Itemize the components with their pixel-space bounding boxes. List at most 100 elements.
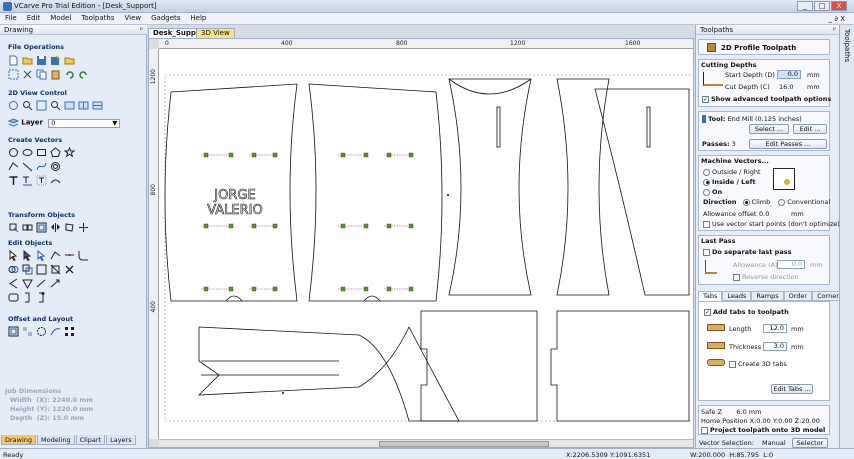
- reverse-direction-checkbox[interactable]: [733, 273, 740, 281]
- extend-icon[interactable]: [36, 278, 47, 289]
- length-input[interactable]: 12.0: [763, 324, 787, 333]
- undo-icon[interactable]: [64, 69, 75, 80]
- add-tabs-checkbox[interactable]: ✓: [704, 308, 711, 316]
- subtract-icon[interactable]: [22, 264, 33, 275]
- menu-toolpaths[interactable]: Toolpaths: [76, 13, 119, 22]
- scissors-icon[interactable]: [64, 264, 75, 275]
- node-edit-icon[interactable]: [22, 250, 33, 261]
- vector-start-checkbox[interactable]: [703, 220, 710, 228]
- conventional-radio[interactable]: [778, 198, 786, 206]
- circle-icon[interactable]: [8, 147, 19, 158]
- tab-drawing[interactable]: Drawing: [1, 435, 37, 445]
- project-checkbox[interactable]: [701, 426, 708, 434]
- join-icon[interactable]: [64, 250, 75, 261]
- minimize-button[interactable]: _: [797, 1, 813, 11]
- document-window-controls[interactable]: _ ∂ X: [824, 14, 850, 23]
- arc-text-icon[interactable]: [50, 175, 61, 186]
- tab-corners[interactable]: Corners: [812, 291, 839, 301]
- align-icon[interactable]: [22, 222, 33, 233]
- bracket-icon[interactable]: [22, 292, 33, 303]
- distort-icon[interactable]: [64, 222, 75, 233]
- close-button[interactable]: X: [831, 1, 847, 11]
- show-advanced-checkbox[interactable]: ✓: [702, 95, 709, 103]
- horizontal-scrollbar[interactable]: [159, 439, 693, 447]
- menu-gadgets[interactable]: Gadgets: [146, 13, 185, 22]
- interactive-move-icon[interactable]: [36, 250, 47, 261]
- polyline-icon[interactable]: [8, 161, 19, 172]
- tab-tabs[interactable]: Tabs: [698, 291, 723, 301]
- cut-icon[interactable]: [22, 69, 33, 80]
- offset-arrow-icon[interactable]: [50, 278, 61, 289]
- auto-layout-text-icon[interactable]: [36, 175, 47, 186]
- edit-tabs-button[interactable]: Edit Tabs ...: [771, 384, 813, 394]
- line-icon[interactable]: [22, 161, 33, 172]
- fillet-icon[interactable]: [78, 250, 89, 261]
- open-folder-icon[interactable]: [22, 55, 33, 66]
- zoom-icon[interactable]: [22, 100, 33, 111]
- separate-last-checkbox[interactable]: [703, 248, 710, 256]
- scale-icon[interactable]: [36, 222, 47, 233]
- allowance-a-input[interactable]: 0.0: [777, 260, 805, 269]
- copy-icon[interactable]: [36, 69, 47, 80]
- layer-select[interactable]: 0 ▼: [48, 118, 121, 128]
- triangle-down-icon[interactable]: [22, 278, 33, 289]
- edit-tool-button[interactable]: Edit ...: [793, 124, 827, 134]
- menu-file[interactable]: File: [0, 13, 22, 22]
- tab-ramps[interactable]: Ramps: [751, 291, 784, 301]
- zoom-box-icon[interactable]: [36, 100, 47, 111]
- dogbone-icon[interactable]: [36, 292, 47, 303]
- on-radio[interactable]: [703, 188, 710, 196]
- intersect-icon[interactable]: [36, 264, 47, 275]
- tab-3d-view[interactable]: 3D View: [196, 28, 235, 38]
- pin-icon[interactable]: ᵖ: [833, 25, 836, 35]
- tab-order[interactable]: Order: [783, 291, 813, 301]
- menu-edit[interactable]: Edit: [22, 13, 46, 22]
- work-area[interactable]: JORGE VALERIO: [159, 49, 693, 439]
- offset-icon[interactable]: [8, 326, 19, 337]
- tab-layers[interactable]: Layers: [106, 435, 136, 445]
- thickness-input[interactable]: 3.0: [763, 342, 787, 351]
- ellipse-icon[interactable]: [22, 147, 33, 158]
- allowance-value[interactable]: 0.0: [759, 210, 769, 218]
- outside-radio[interactable]: [703, 168, 710, 176]
- array-copy-icon[interactable]: [64, 326, 75, 337]
- selector-button[interactable]: Selector ...: [792, 438, 828, 448]
- inside-radio[interactable]: [703, 178, 710, 186]
- rounded-rect-icon[interactable]: [8, 292, 19, 303]
- tab-leads[interactable]: Leads: [722, 291, 752, 301]
- start-depth-input[interactable]: 0.0: [777, 70, 801, 79]
- tab-modeling[interactable]: Modeling: [37, 435, 75, 445]
- zoom-extents-icon[interactable]: [50, 100, 61, 111]
- select-arrow-icon[interactable]: [8, 250, 19, 261]
- menu-help[interactable]: Help: [185, 13, 211, 22]
- import-folder-icon[interactable]: [64, 55, 75, 66]
- toolpaths-side-tab[interactable]: Toolpaths: [843, 29, 851, 62]
- tab-clipart[interactable]: Clipart: [75, 435, 106, 445]
- angle-icon[interactable]: [8, 278, 19, 289]
- menu-view[interactable]: View: [119, 13, 146, 22]
- save-icon[interactable]: [36, 55, 47, 66]
- save-as-icon[interactable]: [50, 55, 61, 66]
- view-3d-icon[interactable]: [92, 100, 103, 111]
- toolpaths-side-strip[interactable]: Toolpaths: [839, 25, 854, 448]
- pan-icon[interactable]: [8, 100, 19, 111]
- polygon-icon[interactable]: [50, 147, 61, 158]
- menu-model[interactable]: Model: [45, 13, 76, 22]
- create-3d-checkbox[interactable]: [729, 360, 736, 368]
- paste-icon[interactable]: [50, 69, 61, 80]
- edit-passes-button[interactable]: Edit Passes ...: [749, 139, 827, 149]
- scrollbar-thumb[interactable]: [379, 441, 549, 447]
- outside-option[interactable]: Outside / Right: [703, 168, 761, 176]
- view-split-icon[interactable]: [78, 100, 89, 111]
- view-full-icon[interactable]: [64, 100, 75, 111]
- grid-icon[interactable]: [50, 264, 61, 275]
- maximize-button[interactable]: □: [814, 1, 830, 11]
- select-all-icon[interactable]: [8, 69, 19, 80]
- new-file-icon[interactable]: [8, 55, 19, 66]
- nesting-icon[interactable]: [22, 326, 33, 337]
- inside-option[interactable]: Inside / Left: [703, 178, 756, 186]
- text-on-curve-icon[interactable]: [22, 175, 33, 186]
- design-canvas[interactable]: 0 400 800 1200 1600 1200 800 400 JORGE V…: [148, 38, 694, 448]
- copy-along-icon[interactable]: [50, 326, 61, 337]
- text-icon[interactable]: [8, 175, 19, 186]
